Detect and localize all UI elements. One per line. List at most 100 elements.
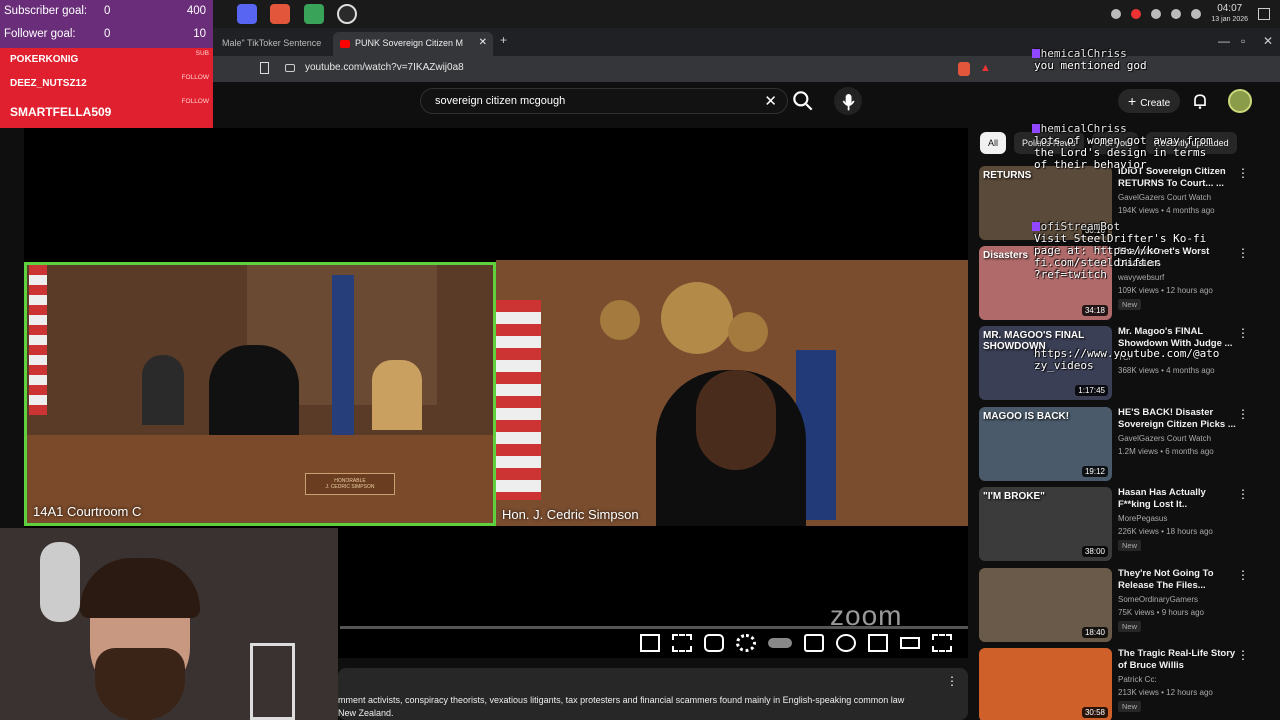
obs-icon[interactable] — [337, 4, 357, 24]
alert-type: SUB — [195, 50, 209, 57]
goal-target: 400 — [186, 5, 206, 17]
channel-name[interactable]: MorePegasus — [1118, 514, 1167, 523]
discord-icon[interactable] — [237, 4, 257, 24]
video-description[interactable]: mment activists, conspiracy theorists, v… — [338, 668, 968, 720]
chat-message: you mentioned god — [1034, 59, 1147, 72]
follower-goal: Follower goal: 0 10 — [4, 24, 210, 46]
video-thumbnail[interactable]: 18:40 — [979, 568, 1112, 642]
more-options-icon[interactable]: ⋮ — [1237, 246, 1249, 260]
clear-search-icon[interactable]: ✕ — [764, 92, 777, 110]
voice-search-button[interactable] — [834, 87, 862, 115]
maximize-window-icon[interactable]: ▫ — [1241, 34, 1245, 48]
clock-time: 04:07 — [1217, 3, 1243, 14]
video-title[interactable]: They're Not Going To Release The Files..… — [1118, 568, 1236, 592]
search-input[interactable]: sovereign citizen mcgough — [435, 95, 565, 107]
more-options-icon[interactable]: ⋮ — [1237, 487, 1249, 501]
browser-tab-active[interactable]: PUNK Sovereign Citizen M ✕ — [333, 32, 493, 56]
notifications-bell-icon[interactable] — [1190, 91, 1210, 111]
seal-left — [600, 300, 640, 340]
video-meta: 194K views • 4 months ago — [1118, 206, 1215, 215]
theater-mode-icon[interactable] — [900, 637, 920, 649]
goal-label: Follower goal: — [4, 28, 76, 40]
channel-name[interactable]: GavelGazers Court Watch — [1118, 434, 1211, 443]
flag-blue — [332, 275, 354, 435]
tab-label: Male" TikToker Sentence — [222, 38, 322, 48]
tray-icon[interactable] — [1111, 9, 1122, 19]
notifications-icon[interactable] — [1258, 8, 1270, 20]
chapters-icon[interactable] — [672, 634, 692, 652]
plus-icon: + — [1128, 93, 1137, 109]
goal-current: 0 — [104, 5, 111, 17]
autoplay-toggle[interactable] — [768, 638, 792, 648]
account-avatar[interactable] — [1228, 89, 1252, 113]
flag-left — [29, 265, 47, 415]
browser-tab[interactable]: Male" TikToker Sentence — [212, 32, 330, 56]
settings-icon[interactable] — [836, 634, 856, 652]
video-thumbnail[interactable]: MAGOO IS BACK! 19:12 — [979, 407, 1112, 481]
channel-name[interactable]: GavelGazers Court Watch — [1118, 193, 1211, 202]
more-options-icon[interactable]: ⋮ — [1237, 568, 1249, 582]
search-icon[interactable] — [790, 88, 816, 114]
tray-icon[interactable] — [1131, 9, 1142, 19]
recommendation-card[interactable]: MAGOO IS BACK! 19:12 HE'S BACK! Disaster S… — [979, 407, 1269, 485]
create-button[interactable]: + Create — [1118, 89, 1181, 113]
alert-username: DEEZ_NUTSZ12 — [10, 78, 87, 89]
recommendation-card[interactable]: 18:40 They're Not Going To Release The Fi… — [979, 568, 1269, 646]
url-field[interactable]: youtube.com/watch?v=7IKAZwij0a8 — [305, 62, 464, 73]
video-meta: 213K views • 12 hours ago — [1118, 688, 1213, 697]
volume-icon[interactable] — [1171, 9, 1182, 19]
more-options-icon[interactable]: ⋮ — [1237, 407, 1249, 421]
search-box[interactable]: sovereign citizen mcgough ✕ — [420, 88, 788, 114]
fullscreen-icon[interactable] — [932, 634, 952, 652]
more-options-icon[interactable]: ⋮ — [1237, 166, 1249, 180]
bookmark-icon[interactable] — [260, 62, 269, 74]
player-controls — [640, 632, 960, 654]
channel-name[interactable]: SomeOrdinaryGamers — [1118, 595, 1198, 604]
microphone-icon — [842, 94, 855, 111]
screenshot-icon[interactable] — [704, 634, 724, 652]
chip-all[interactable]: All — [980, 132, 1007, 154]
more-options-icon[interactable]: ⋮ — [1237, 326, 1249, 340]
video-title[interactable]: The Tragic Real-Life Story of Bruce Will… — [1118, 648, 1236, 672]
video-title[interactable]: HE'S BACK! Disaster Sovereign Citizen Pi… — [1118, 407, 1236, 431]
streamer-beard — [95, 648, 185, 720]
recommendation-card[interactable]: "I'M BROKE" 38:00 Hasan Has Actually F**ki… — [979, 487, 1269, 565]
layers-app-icon[interactable] — [304, 4, 324, 24]
streamer-hair — [80, 558, 200, 618]
new-badge: New — [1118, 701, 1142, 712]
brave-shield-icon[interactable] — [958, 62, 970, 76]
progress-bar[interactable] — [340, 626, 968, 629]
site-info-icon[interactable] — [285, 64, 295, 72]
event-alert: POKERKONIG SUB — [0, 48, 213, 72]
clerk-figure — [372, 360, 422, 430]
picture-in-picture-icon[interactable] — [640, 634, 660, 652]
brave-icon[interactable] — [270, 4, 290, 24]
more-options-icon[interactable]: ⋮ — [1237, 648, 1249, 662]
new-tab-button[interactable]: + — [500, 33, 507, 47]
new-badge: New — [1118, 299, 1142, 310]
close-window-icon[interactable]: ✕ — [1263, 34, 1273, 48]
close-tab-icon[interactable]: ✕ — [479, 37, 487, 48]
captions-icon[interactable] — [804, 634, 824, 652]
channel-name[interactable]: Patrick Cc: — [1118, 675, 1157, 684]
video-duration: 1:17:45 — [1075, 385, 1108, 396]
recommendation-card[interactable]: 30:58 The Tragic Real-Life Story of Bruce… — [979, 648, 1269, 720]
video-thumbnail[interactable]: 30:58 — [979, 648, 1112, 720]
subscriber-goal: Subscriber goal: 0 400 — [4, 1, 210, 23]
more-actions-icon[interactable]: ⋮ — [946, 674, 958, 688]
thumbnail-text: MAGOO IS BACK! — [983, 411, 1070, 422]
minimize-window-icon[interactable]: — — [1218, 34, 1230, 48]
settings-gear-icon[interactable] — [736, 634, 756, 652]
chat-message: Visit SteelDrifter's Ko-fi page at: http… — [1034, 232, 1207, 281]
tray-icon[interactable] — [1151, 9, 1162, 19]
nameplate: HONORABLE J. CEDRIC SIMPSON — [305, 473, 395, 495]
video-title[interactable]: Hasan Has Actually F**king Lost It.. — [1118, 487, 1236, 511]
rewards-icon[interactable]: ▲ — [980, 62, 991, 74]
video-duration: 19:12 — [1081, 466, 1108, 477]
thumbnail-text: RETURNS — [983, 170, 1032, 181]
video-thumbnail[interactable]: "I'M BROKE" 38:00 — [979, 487, 1112, 561]
video-duration: 30:58 — [1081, 707, 1108, 718]
miniplayer-icon[interactable] — [868, 634, 888, 652]
network-icon[interactable] — [1191, 9, 1202, 19]
clock[interactable]: 04:07 13 jan 2026 — [1211, 3, 1248, 25]
